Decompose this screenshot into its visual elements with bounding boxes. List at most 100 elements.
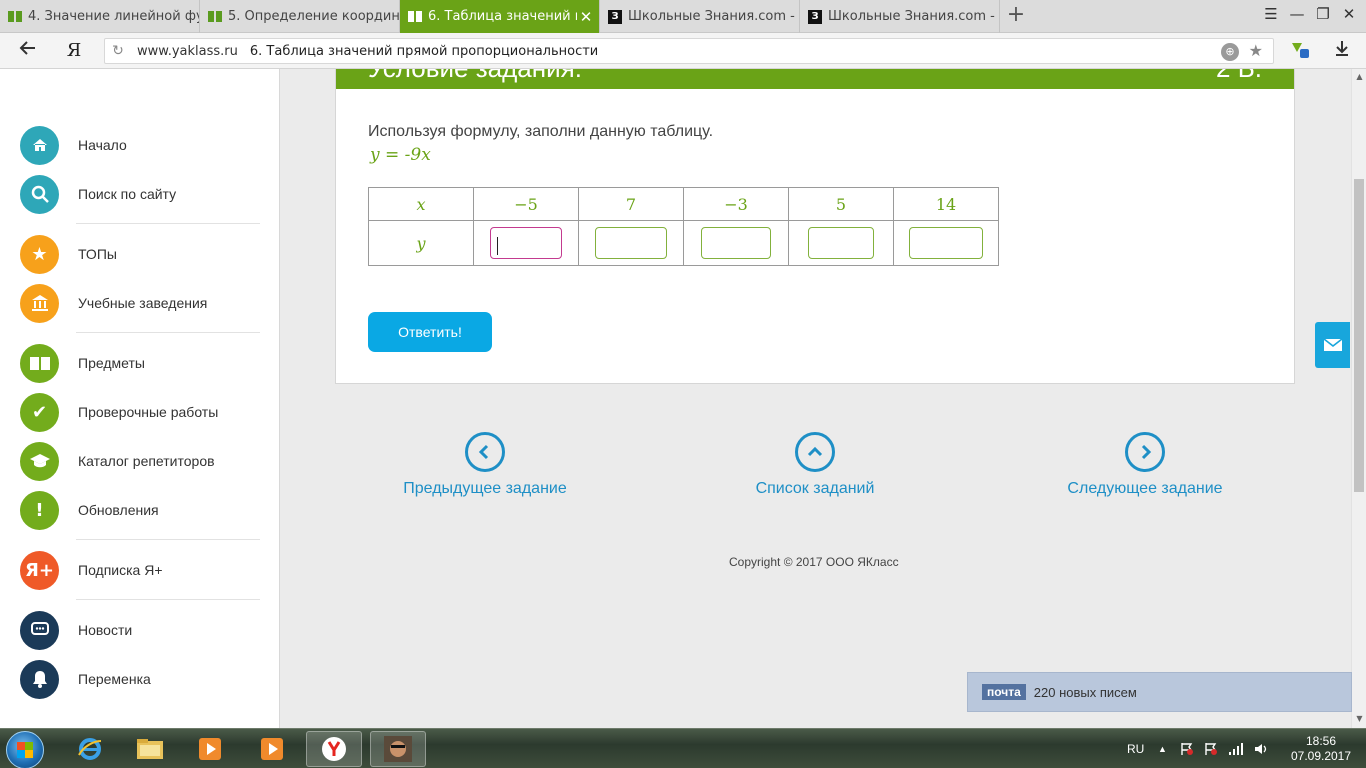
- star-icon: ★: [20, 234, 59, 274]
- file-explorer-icon[interactable]: [122, 731, 178, 767]
- sidebar-divider: [76, 539, 260, 540]
- browser-tab[interactable]: 4. Значение линейной фун: [0, 0, 200, 33]
- y-input[interactable]: [701, 227, 771, 259]
- volume-icon[interactable]: [1254, 729, 1270, 768]
- x-label: x: [368, 187, 474, 221]
- main-content: Условие задания: 2 Б. Используя формулу,…: [281, 68, 1351, 728]
- media-player-icon[interactable]: [182, 731, 238, 767]
- y-input[interactable]: [595, 227, 667, 259]
- close-window-icon[interactable]: ✕: [1338, 5, 1360, 27]
- restore-icon[interactable]: ❐: [1312, 5, 1334, 27]
- bookmark-star-icon[interactable]: ★: [1249, 41, 1263, 60]
- scroll-down-icon[interactable]: ▼: [1352, 714, 1366, 723]
- close-icon[interactable]: ✕: [577, 8, 595, 26]
- clock-time: 18:56: [1305, 734, 1337, 748]
- sidebar-item-tops[interactable]: ★ ТОПы: [20, 234, 270, 274]
- reload-icon[interactable]: ↻: [105, 43, 131, 59]
- znanija-icon: З: [808, 9, 822, 24]
- y-cell: [788, 220, 894, 266]
- show-hidden-icons-icon[interactable]: ▲: [1158, 729, 1167, 768]
- system-clock[interactable]: 18:56 07.09.2017: [1288, 734, 1354, 764]
- scroll-up-icon[interactable]: ▲: [1352, 72, 1366, 81]
- answer-button[interactable]: Ответить!: [368, 312, 492, 352]
- x-value: 14: [893, 187, 999, 221]
- sidebar-item-label: Поиск по сайту: [78, 186, 177, 202]
- bell-icon: [20, 659, 59, 699]
- download-icon[interactable]: [1330, 39, 1354, 63]
- sidebar-item-search[interactable]: Поиск по сайту: [20, 174, 270, 214]
- action-center-icon[interactable]: [1180, 729, 1194, 768]
- start-button[interactable]: [6, 731, 44, 768]
- yaklass-icon: [8, 11, 22, 22]
- task-formula: y = -9x: [370, 145, 431, 165]
- task-card: Условие задания: 2 Б. Используя формулу,…: [335, 68, 1295, 384]
- x-value: −5: [473, 187, 579, 221]
- x-value: 7: [578, 187, 684, 221]
- sidebar-item-label: Проверочные работы: [78, 404, 219, 420]
- sidebar-divider: [76, 332, 260, 333]
- ya-plus-icon: Я+: [20, 550, 59, 590]
- browser-tab[interactable]: З Школьные Знания.com - Ре: [600, 0, 800, 33]
- scrollbar-thumb[interactable]: [1354, 179, 1364, 492]
- prev-task-link[interactable]: Предыдущее задание: [375, 432, 595, 498]
- x-value: 5: [788, 187, 894, 221]
- flag-alert-icon[interactable]: [1204, 729, 1218, 768]
- sidebar-item-subjects[interactable]: Предметы: [20, 343, 270, 383]
- menu-icon[interactable]: ☰: [1260, 5, 1282, 27]
- clock-date: 07.09.2017: [1290, 749, 1352, 763]
- search-icon: [20, 174, 59, 214]
- tab-title: Школьные Знания.com - Ре: [628, 9, 799, 24]
- extension-icon[interactable]: [1288, 39, 1312, 63]
- scrollbar[interactable]: ▲ ▼: [1351, 69, 1366, 728]
- yandex-browser-icon[interactable]: [306, 731, 362, 767]
- copyright: Copyright © 2017 ООО ЯКласс: [729, 555, 899, 569]
- feedback-mail-button[interactable]: [1315, 322, 1350, 368]
- sidebar-item-label: Начало: [78, 137, 127, 153]
- tab-title: 5. Определение координат: [228, 9, 399, 24]
- y-cell: [893, 220, 999, 266]
- sidebar-item-subscription[interactable]: Я+ Подписка Я+: [20, 550, 270, 590]
- new-tab-button[interactable]: +: [1004, 4, 1028, 28]
- network-signal-icon[interactable]: [1228, 729, 1244, 768]
- browser-tab[interactable]: З Школьные Знания.com - Ре: [800, 0, 1000, 33]
- url-field[interactable]: ↻ www.yaklass.ru 6. Таблица значений пря…: [104, 38, 1274, 64]
- game-icon[interactable]: [370, 731, 426, 767]
- sidebar-item-home[interactable]: Начало: [20, 125, 270, 165]
- task-list-label: Список заданий: [755, 480, 875, 497]
- windows-logo-icon: [17, 742, 33, 758]
- y-input[interactable]: [808, 227, 874, 259]
- back-arrow-icon[interactable]: [16, 39, 40, 63]
- sidebar-item-label: ТОПы: [78, 246, 117, 262]
- y-input[interactable]: [490, 227, 562, 259]
- sidebar-item-tests[interactable]: ✔ Проверочные работы: [20, 392, 270, 432]
- mail-notification[interactable]: почта 220 новых писем: [967, 672, 1352, 712]
- browser-tab-active[interactable]: 6. Таблица значений пря ✕: [400, 0, 600, 33]
- y-input[interactable]: [909, 227, 983, 259]
- graduation-cap-icon: [20, 441, 59, 481]
- y-cell: [683, 220, 789, 266]
- sidebar-item-break[interactable]: Переменка: [20, 659, 270, 699]
- sidebar-item-updates[interactable]: ! Обновления: [20, 490, 270, 530]
- tab-title: Школьные Знания.com - Ре: [828, 9, 999, 24]
- protect-icon[interactable]: ⊕: [1221, 43, 1239, 61]
- sidebar-item-schools[interactable]: Учебные заведения: [20, 283, 270, 323]
- browser-tab[interactable]: 5. Определение координат: [200, 0, 400, 33]
- sidebar-item-label: Каталог репетиторов: [78, 453, 215, 469]
- tab-title: 6. Таблица значений пря: [428, 9, 577, 24]
- minimize-icon[interactable]: —: [1286, 5, 1308, 27]
- values-table: x −5 7 −3 5 14 y: [368, 187, 999, 266]
- text-cursor: [496, 236, 498, 255]
- internet-explorer-icon[interactable]: [62, 731, 118, 767]
- x-value: −3: [683, 187, 789, 221]
- sidebar-item-news[interactable]: Новости: [20, 610, 270, 650]
- yandex-logo[interactable]: Я: [62, 39, 86, 63]
- znanija-icon: З: [608, 9, 622, 24]
- task-list-link[interactable]: Список заданий: [705, 432, 925, 498]
- address-bar: Я ↻ www.yaklass.ru 6. Таблица значений п…: [0, 33, 1366, 69]
- url-page-title: 6. Таблица значений прямой пропорциональ…: [249, 43, 599, 59]
- language-indicator[interactable]: RU: [1127, 729, 1144, 768]
- sidebar-item-label: Новости: [78, 622, 133, 638]
- media-player-icon[interactable]: [244, 731, 300, 767]
- next-task-link[interactable]: Следующее задание: [1035, 432, 1255, 498]
- sidebar-item-tutors[interactable]: Каталог репетиторов: [20, 441, 270, 481]
